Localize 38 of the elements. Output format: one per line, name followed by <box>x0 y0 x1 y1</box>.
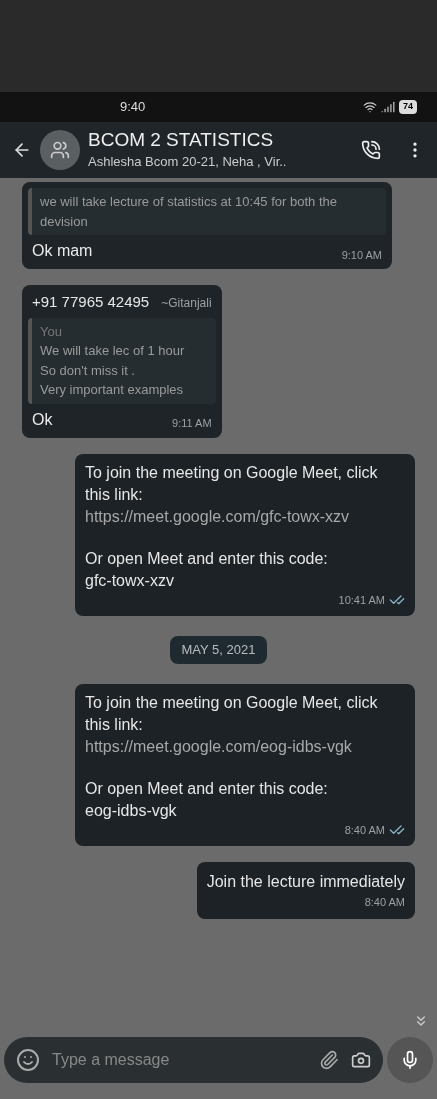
meeting-link[interactable]: https://meet.google.com/gfc-towx-xzv <box>85 505 405 528</box>
signal-icon <box>381 100 395 114</box>
message-field[interactable]: Type a message <box>4 1037 383 1083</box>
camera-icon[interactable] <box>351 1050 371 1070</box>
message-text: Or open Meet and enter this code: gfc-towx-xzv <box>85 548 329 591</box>
message-text: Ok mam <box>32 241 93 261</box>
message-time: 9:10 AM <box>341 247 382 263</box>
date-chip: MAY 5, 2021 <box>169 636 268 664</box>
emoji-icon[interactable] <box>16 1048 40 1072</box>
message-time: 10:41 AM <box>338 592 385 608</box>
meeting-link[interactable]: https://meet.google.com/eog-idbs-vgk <box>85 735 405 758</box>
quote-text: we will take lecture of statistics at 10:45 for both the devision <box>40 193 338 231</box>
chat-title[interactable]: BCOM 2 STATISTICS <box>88 128 353 153</box>
message-text: Or open Meet and enter this code: eog-idbs-vgk <box>85 778 329 821</box>
message-text: Join the lecture immediately <box>206 872 405 892</box>
message-text: To join the meeting on Google Meet, click this link: <box>85 692 379 735</box>
mic-button[interactable] <box>387 1037 433 1083</box>
group-icon <box>50 140 70 160</box>
wifi-icon <box>363 100 377 114</box>
message-time: 8:40 AM <box>364 895 405 910</box>
status-time: 9:40 <box>120 98 146 117</box>
message-time: 9:11 AM <box>172 416 212 431</box>
chat-subtitle: Ashlesha Bcom 20-21, Neha , Vir.. <box>88 153 288 172</box>
message-text: Ok <box>32 409 53 430</box>
quoted-message[interactable]: we will take lecture of statistics at 10:45 for both the devision <box>28 188 386 235</box>
microphone-icon <box>400 1050 420 1070</box>
quoted-message[interactable]: You We will take lec of 1 hour So don't miss it . Very important examples <box>28 317 216 404</box>
quote-author: You <box>40 322 63 341</box>
quote-text: We will take lec of 1 hour So don't miss it . Very important examples <box>40 342 186 399</box>
message-input[interactable]: Type a message <box>52 1048 307 1072</box>
sender-name: ~Gitanjali <box>161 295 212 312</box>
message-time: 8:40 AM <box>344 822 385 838</box>
sender-number: +91 77965 42495 <box>32 292 150 312</box>
battery-level: 74 <box>399 100 417 114</box>
attach-icon[interactable] <box>319 1050 339 1070</box>
message-text: To join the meeting on Google Meet, click this link: <box>85 462 379 505</box>
group-avatar[interactable] <box>40 130 80 170</box>
add-call-icon[interactable] <box>361 140 381 160</box>
